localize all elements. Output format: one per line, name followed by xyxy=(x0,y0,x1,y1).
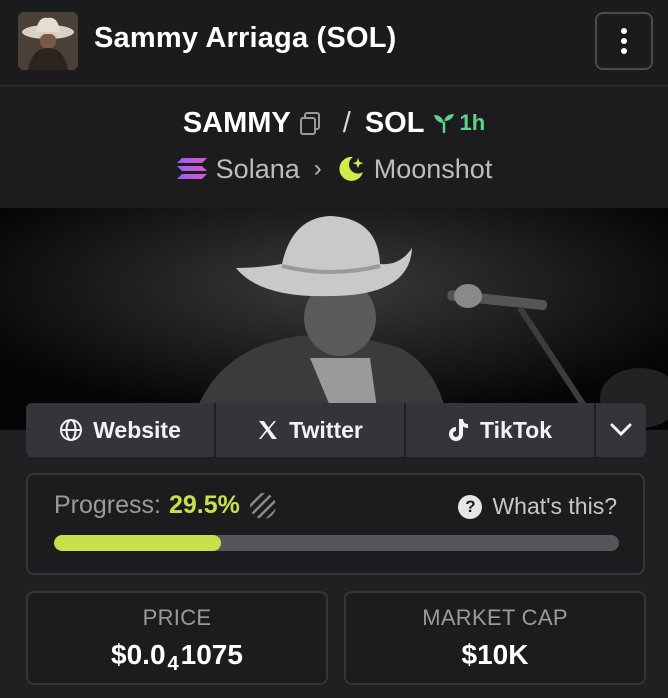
price-zero-count: 4 xyxy=(167,653,179,675)
pair-age: 1h xyxy=(432,110,485,136)
progress-value: 29.5% xyxy=(168,491,240,519)
price-prefix: $0.0 xyxy=(111,639,166,670)
price-digits: 1075 xyxy=(180,639,243,670)
progress-label-row: Progress: 29.5% xyxy=(54,491,278,520)
pair-separator: / xyxy=(342,106,351,139)
market-cap-card: MARKET CAP $10K xyxy=(344,591,646,685)
bonding-progress-card: Progress: 29.5% ? What's this? xyxy=(26,473,645,575)
twitter-label: Twitter xyxy=(289,416,363,443)
price-card: PRICE $0.0 41075 xyxy=(26,591,328,685)
chain-breadcrumb: Solana › Moonshot xyxy=(0,151,668,187)
website-label: Website xyxy=(93,416,181,443)
more-links-button[interactable] xyxy=(596,403,646,457)
globe-icon xyxy=(60,419,83,441)
more-menu-button[interactable] xyxy=(595,12,653,70)
quote-symbol: SOL xyxy=(364,106,425,139)
pair-title: Sammy Arriaga (SOL) xyxy=(94,22,397,54)
cowboy-avatar-icon xyxy=(18,12,78,70)
price-label: PRICE xyxy=(142,605,212,630)
whats-this-text: What's this? xyxy=(492,493,617,519)
twitter-link-button[interactable]: Twitter xyxy=(216,403,406,457)
kebab-dot xyxy=(621,38,627,44)
pair-row: SAMMY / SOL 1h xyxy=(0,105,668,141)
tiktok-icon xyxy=(449,419,468,441)
striped-circle-icon xyxy=(249,492,276,519)
copy-icon[interactable] xyxy=(299,111,321,135)
chain-name[interactable]: Solana xyxy=(216,154,300,185)
market-cap-value: $10K xyxy=(461,639,529,670)
token-avatar xyxy=(18,12,78,70)
moonshot-icon[interactable] xyxy=(336,154,366,184)
social-links-bar: Website Twitter TikTok xyxy=(26,403,646,457)
whats-this-link[interactable]: ? What's this? xyxy=(458,493,617,520)
chevron-right-icon: › xyxy=(313,155,322,182)
tiktok-label: TikTok xyxy=(480,416,552,443)
chevron-down-icon xyxy=(610,423,632,437)
token-info: SAMMY / SOL 1h Solana › Moonshot xyxy=(0,87,668,207)
pair-age-text: 1h xyxy=(459,110,486,135)
kebab-dot xyxy=(621,48,627,54)
question-icon: ? xyxy=(458,494,483,519)
token-symbol: SAMMY xyxy=(182,106,291,139)
market-cap-label: MARKET CAP xyxy=(422,605,568,630)
banner-photo xyxy=(0,208,668,430)
progress-bar xyxy=(54,535,619,551)
website-link-button[interactable]: Website xyxy=(26,403,216,457)
token-banner-image xyxy=(0,208,668,430)
progress-bar-fill xyxy=(54,535,221,551)
pair-header: Sammy Arriaga (SOL) xyxy=(0,0,668,86)
solana-icon[interactable] xyxy=(176,156,208,182)
kebab-dot xyxy=(621,28,627,34)
tiktok-link-button[interactable]: TikTok xyxy=(406,403,596,457)
x-logo-icon xyxy=(259,421,278,439)
progress-label: Progress: xyxy=(54,491,161,519)
price-value: $0.0 41075 xyxy=(28,639,326,676)
launchpad-name[interactable]: Moonshot xyxy=(374,154,493,185)
sprout-icon xyxy=(434,114,455,133)
